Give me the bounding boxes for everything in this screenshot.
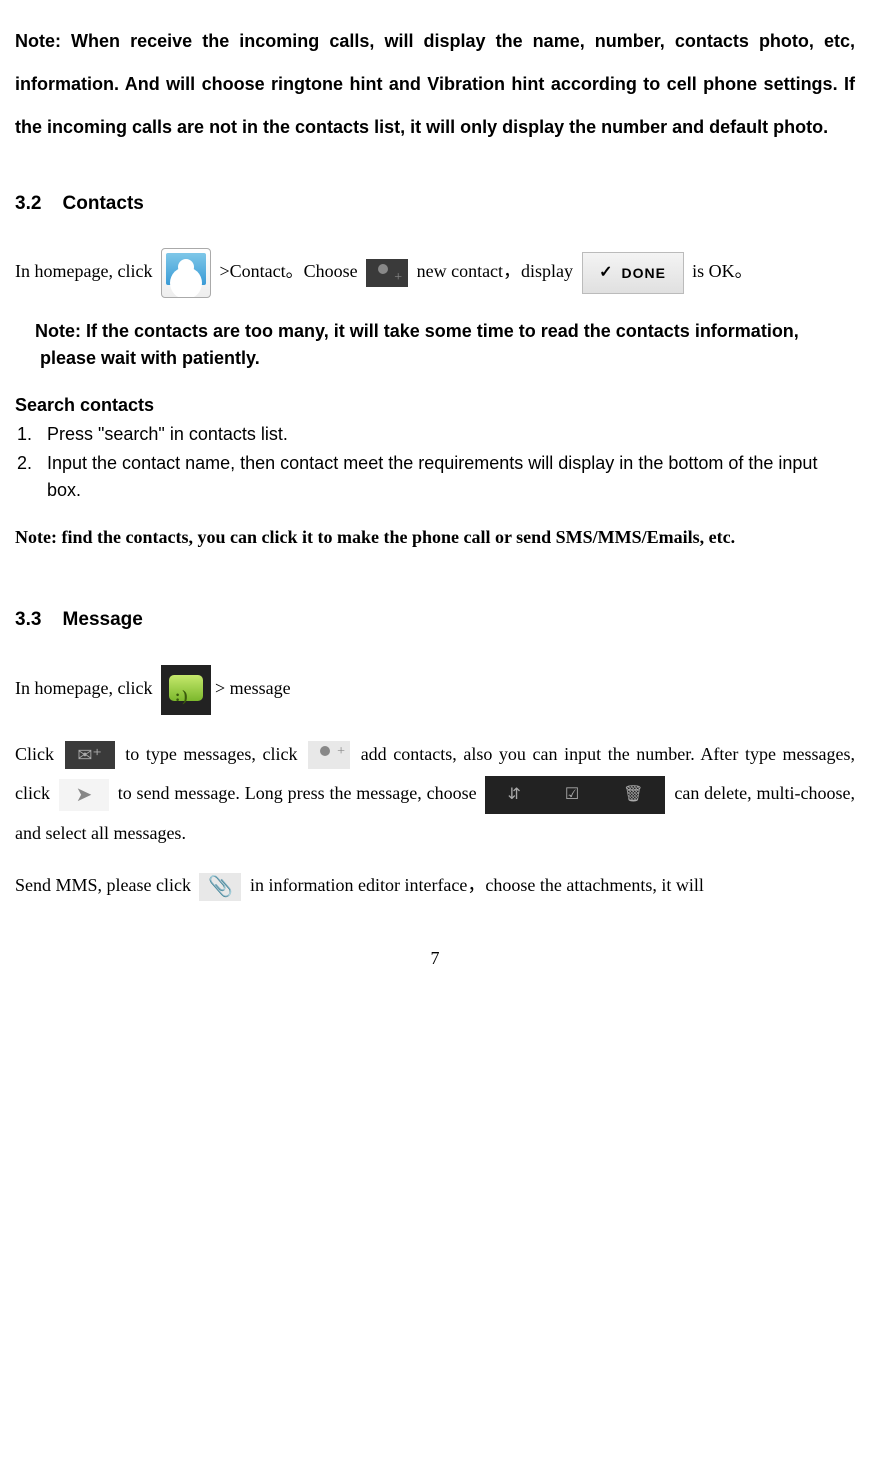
page-number: 7 xyxy=(15,945,855,972)
search-contacts-header: Search contacts xyxy=(15,392,855,419)
section-title: Message xyxy=(63,609,143,630)
contacts-app-icon xyxy=(161,248,211,298)
section-title: Contacts xyxy=(63,193,144,214)
attachment-icon: 📎 xyxy=(199,873,241,901)
message-paragraph-3: Send MMS, please click 📎 in information … xyxy=(15,866,855,906)
section-3-3-header: 3.3 Message xyxy=(15,606,855,635)
text: In homepage, click xyxy=(15,261,152,281)
add-recipient-icon xyxy=(308,741,350,769)
section-3-2-header: 3.2 Contacts xyxy=(15,190,855,219)
message-paragraph-1: In homepage, click > message xyxy=(15,665,855,715)
text: In homepage, click xyxy=(15,678,152,698)
find-contacts-note: Note: find the contacts, you can click i… xyxy=(15,524,855,551)
send-message-icon: ➤ xyxy=(59,779,109,811)
message-paragraph-2: Click ✉⁺ to type messages, click add con… xyxy=(15,735,855,854)
contacts-paragraph: In homepage, click >Contact。Choose new c… xyxy=(15,248,855,298)
text: to type messages, click xyxy=(125,744,297,764)
text: Click xyxy=(15,744,54,764)
contacts-wait-note: Note: If the contacts are too many, it w… xyxy=(15,318,855,372)
text: > message xyxy=(215,678,291,698)
incoming-calls-note: Note: When receive the incoming calls, w… xyxy=(15,20,855,150)
text: in information editor interface，choose t… xyxy=(250,875,704,895)
text: to send message. Long press the message,… xyxy=(118,783,477,803)
list-item: Input the contact name, then contact mee… xyxy=(37,450,855,504)
text: >Contact。Choose xyxy=(219,261,357,281)
text: is OK。 xyxy=(692,261,753,281)
text: new contact，display xyxy=(417,261,573,281)
section-num: 3.2 xyxy=(15,193,41,214)
messages-app-icon xyxy=(161,665,211,715)
message-toolbar-icon: ⇵☑🗑 xyxy=(485,776,665,814)
add-contact-icon xyxy=(366,259,408,287)
text: Send MMS, please click xyxy=(15,875,191,895)
section-num: 3.3 xyxy=(15,609,41,630)
search-contacts-list: Press "search" in contacts list. Input t… xyxy=(15,421,855,504)
list-item: Press "search" in contacts list. xyxy=(37,421,855,448)
compose-message-icon: ✉⁺ xyxy=(65,741,115,769)
done-button-icon: DONE xyxy=(582,252,684,294)
